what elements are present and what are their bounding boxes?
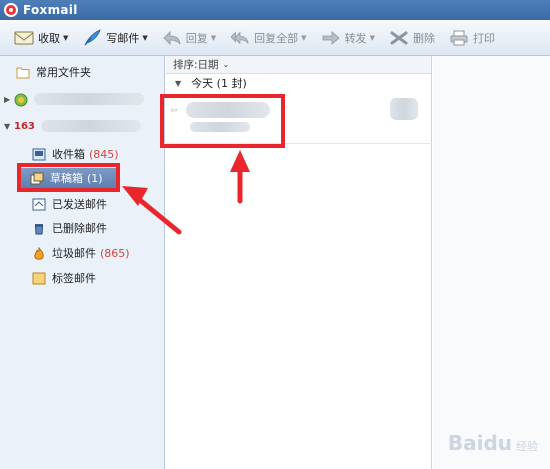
annotation-arrows [122,150,250,235]
watermark-brand: Baidu [447,431,512,455]
arrow-to-message [230,150,250,204]
baidu-watermark: Baidu 经验 [448,431,538,455]
arrow-to-drafts [122,186,182,235]
watermark-sub: 经验 [516,440,538,453]
